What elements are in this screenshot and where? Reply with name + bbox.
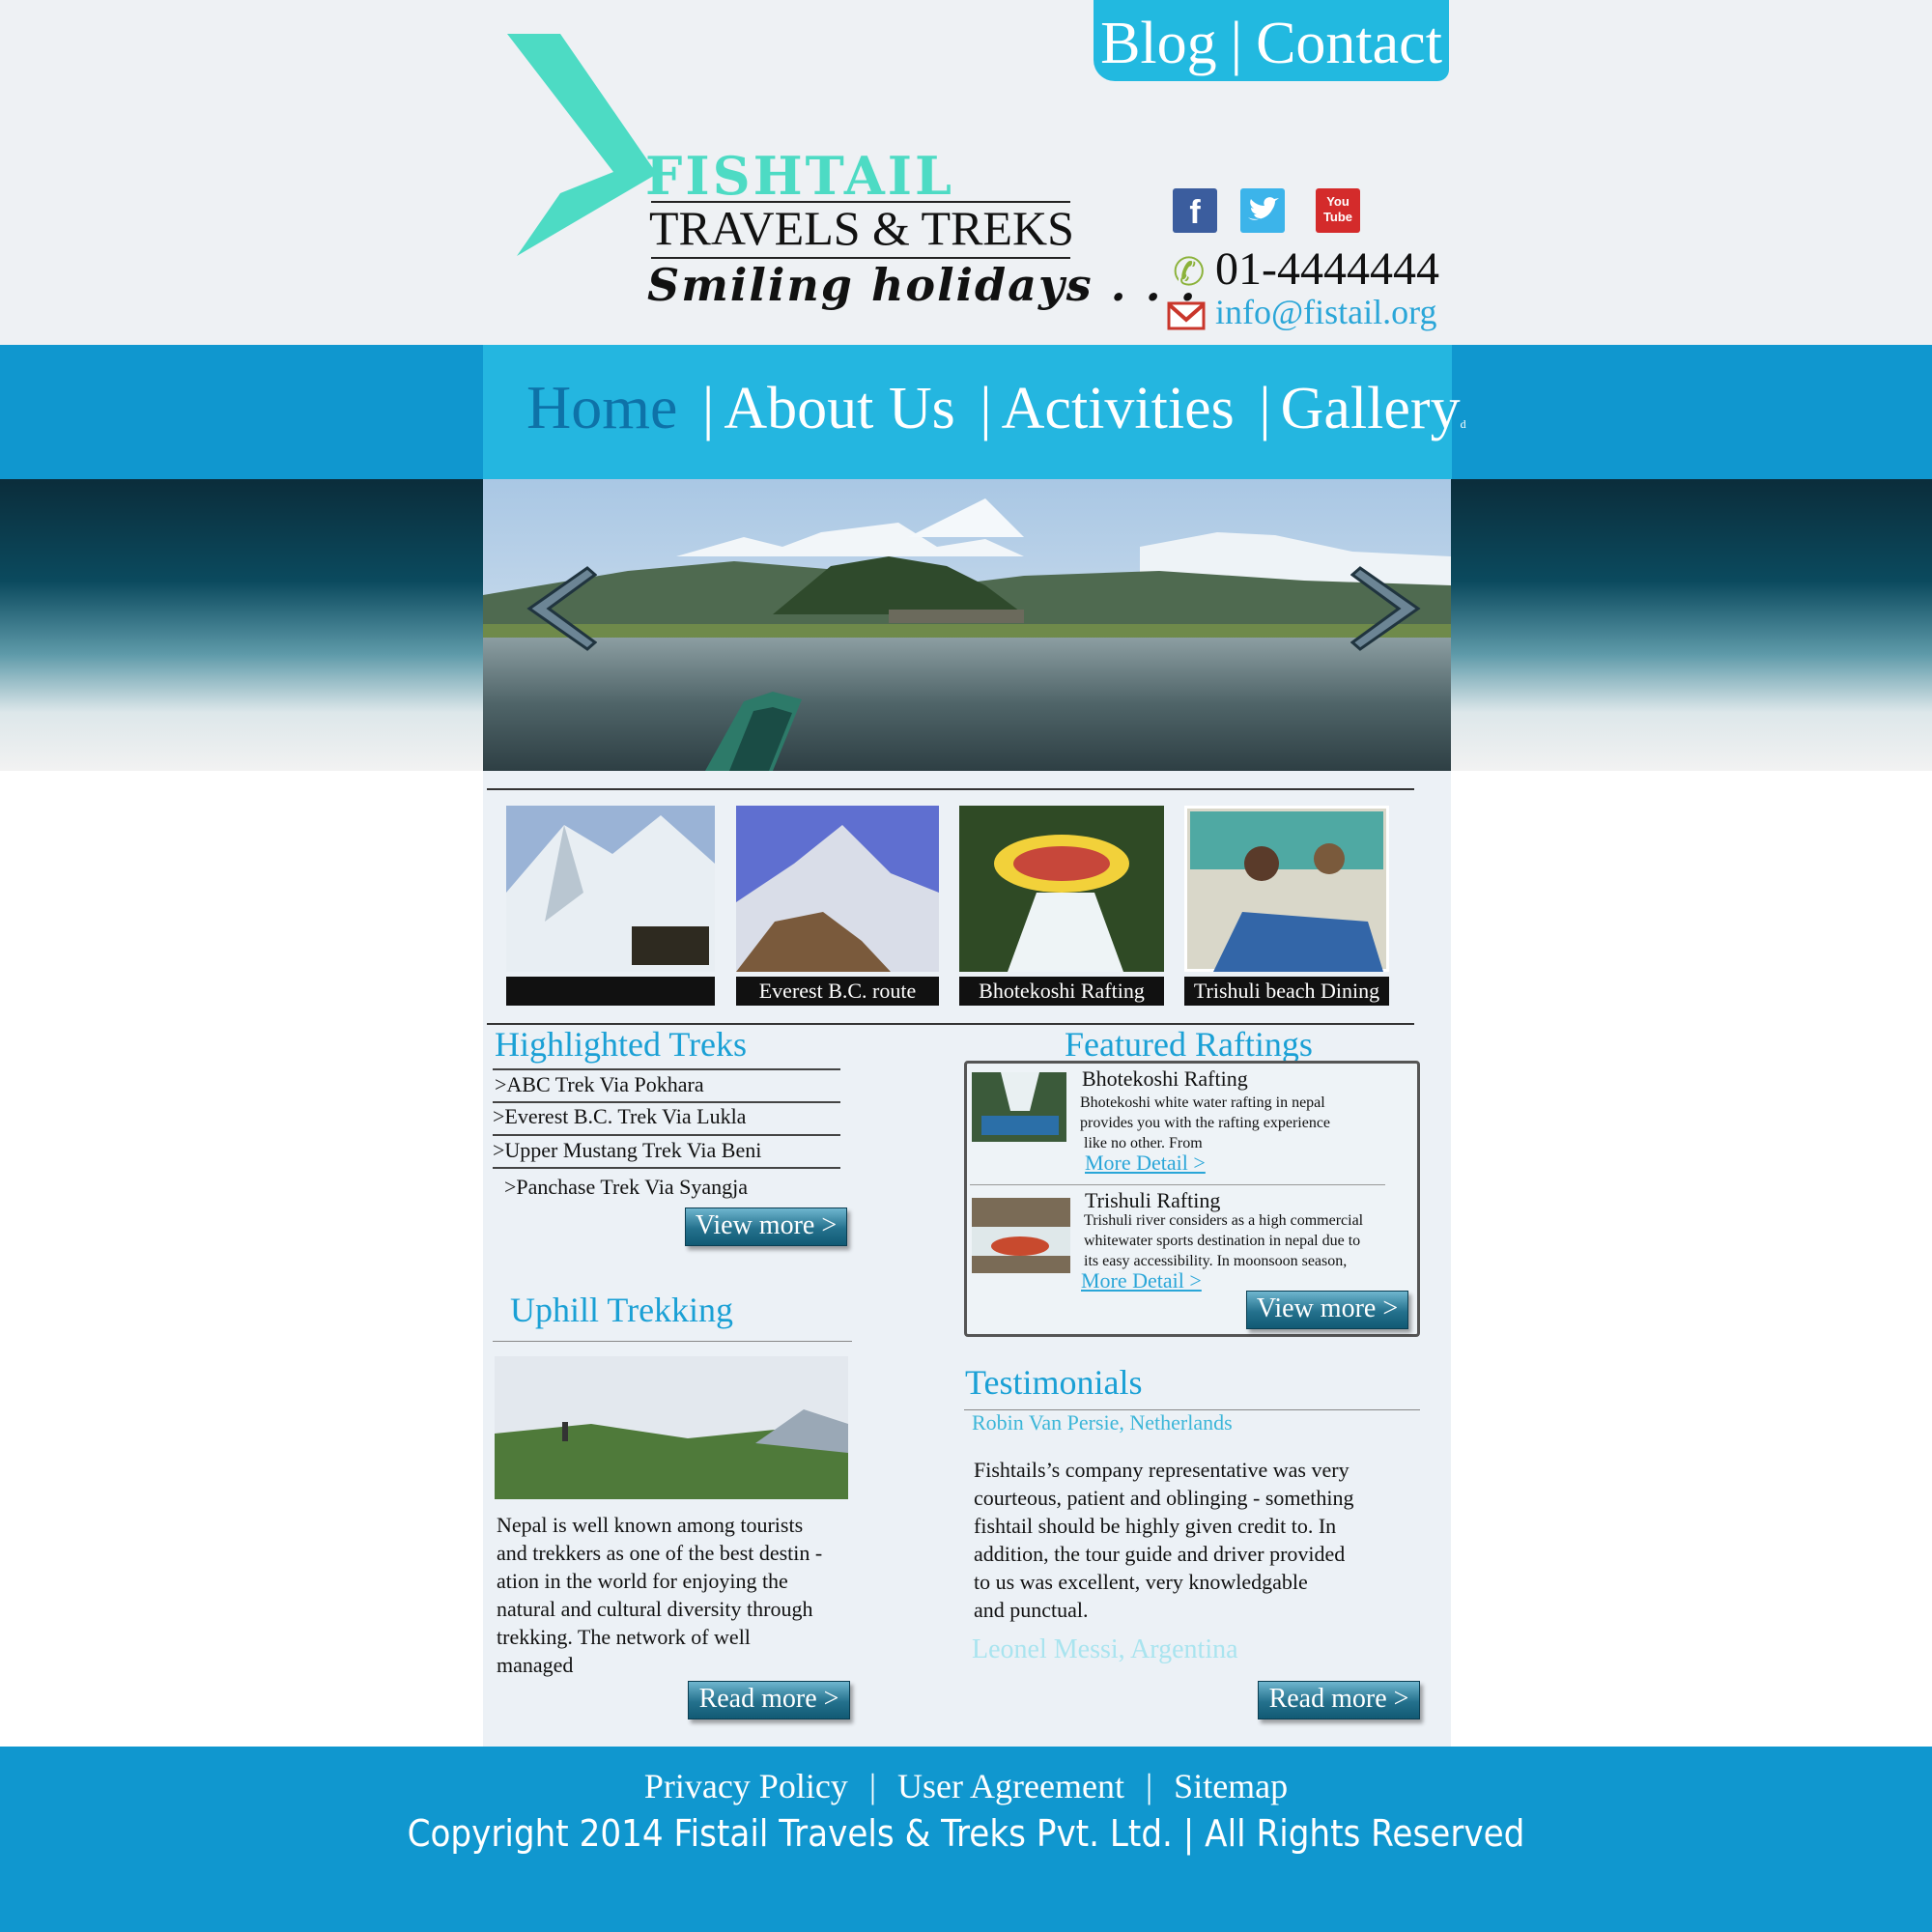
- hero-prev-arrow-icon[interactable]: [520, 565, 597, 652]
- footer-separator: |: [868, 1767, 877, 1805]
- blog-link[interactable]: Blog: [1100, 11, 1217, 76]
- testimonial-text-line: Fishtails’s company representative was v…: [974, 1458, 1350, 1482]
- copyright-text: Copyright 2014 Fistail Travels & Treks P…: [407, 1812, 1525, 1855]
- testimonial-text: Fishtails’s company representative was v…: [974, 1456, 1418, 1624]
- raftings-view-more-button[interactable]: View more >: [1246, 1291, 1408, 1329]
- logo-tagline: Smiling holidays . . .: [647, 259, 1198, 311]
- testimonial-text-line: courteous, patient and oblinging - somet…: [974, 1486, 1354, 1510]
- thumbnail-abc-image: [506, 806, 715, 972]
- testimonials-title: Testimonials: [965, 1363, 1143, 1402]
- contact-link[interactable]: Contact: [1256, 11, 1442, 76]
- nav-separator: |: [980, 376, 992, 441]
- email-link[interactable]: info@fistail.org: [1215, 292, 1436, 332]
- user-agreement-link[interactable]: User Agreement: [897, 1767, 1124, 1805]
- uphill-text-line: Nepal is well known among tourists: [497, 1513, 804, 1537]
- twitter-bird-icon: [1248, 197, 1279, 220]
- phone-icon: ✆: [1173, 250, 1206, 294]
- nav-about[interactable]: About Us: [724, 376, 954, 441]
- raft-text-line: Bhotekoshi white water rafting in nepal: [1080, 1094, 1325, 1111]
- privacy-policy-link[interactable]: Privacy Policy: [644, 1767, 848, 1805]
- trek-item-everest[interactable]: >Everest B.C. Trek Via Lukla: [493, 1104, 746, 1129]
- thumbnail-caption: Trishuli beach Dining: [1184, 977, 1389, 1006]
- logo-travels-text: TRAVELS & TREKS: [649, 201, 1074, 255]
- trek-divider: [493, 1101, 840, 1103]
- trek-item-panchase[interactable]: >Panchase Trek Via Syangja: [504, 1175, 748, 1200]
- thumbnail-bhotekoshi-image: [959, 806, 1164, 972]
- thumbnail-trishuli-image: [1181, 803, 1392, 975]
- top-links-bar: Blog | Contact: [1094, 0, 1449, 81]
- thumbnail-everest-image: [736, 806, 939, 972]
- trek-item-abc[interactable]: >ABC Trek Via Pokhara: [495, 1072, 704, 1097]
- raft-title-bhotekoshi: Bhotekoshi Rafting: [1082, 1066, 1248, 1091]
- phone-number: 01-4444444: [1215, 243, 1439, 295]
- raft-text-line: whitewater sports destination in nepal d…: [1084, 1233, 1361, 1249]
- uphill-text-line: natural and cultural diversity through: [497, 1597, 813, 1621]
- thumbnail-caption: [506, 977, 715, 1006]
- trishuli-more-detail-link[interactable]: More Detail >: [1081, 1268, 1202, 1293]
- footer-separator: |: [1145, 1767, 1153, 1805]
- youtube-label-bottom: Tube: [1322, 210, 1353, 224]
- sitemap-link[interactable]: Sitemap: [1174, 1767, 1288, 1805]
- uphill-text-line: managed: [497, 1653, 574, 1677]
- hero-next-arrow-icon[interactable]: [1350, 565, 1428, 652]
- raft-text-trishuli: Trishuli river considers as a high comme…: [1084, 1210, 1363, 1271]
- uphill-text-line: and trekkers as one of the best destin -: [497, 1541, 823, 1565]
- uphill-divider: [493, 1341, 852, 1342]
- testimonials-read-more-button[interactable]: Read more >: [1258, 1681, 1420, 1719]
- logo-chevron-icon: [507, 34, 657, 256]
- facebook-icon[interactable]: f: [1173, 188, 1217, 233]
- uphill-text-line: trekking. The network of well: [497, 1625, 751, 1649]
- bhotekoshi-more-detail-link[interactable]: More Detail >: [1085, 1151, 1206, 1176]
- trek-divider: [493, 1068, 840, 1070]
- thumbnail-caption: Bhotekoshi Rafting: [959, 977, 1164, 1006]
- nav-separator: |: [701, 376, 715, 441]
- raft-text-line: provides you with the rafting experience: [1080, 1115, 1331, 1131]
- thumbnail-caption: Everest B.C. route: [736, 977, 939, 1006]
- uphill-text-line: ation in the world for enjoying the: [497, 1569, 788, 1593]
- uphill-description: Nepal is well known among tourists and t…: [497, 1511, 864, 1679]
- mail-icon: [1167, 301, 1206, 330]
- content-divider-top: [487, 788, 1414, 790]
- highlighted-treks-title: Highlighted Treks: [495, 1025, 748, 1064]
- testimonial-author-1: Robin Van Persie, Netherlands: [972, 1410, 1233, 1435]
- top-links-separator: |: [1230, 11, 1243, 76]
- raft-text-line: Trishuli river considers as a high comme…: [1084, 1212, 1364, 1229]
- thumbnail-everest[interactable]: Everest B.C. route: [736, 806, 939, 1006]
- nav-home[interactable]: Home: [526, 373, 677, 441]
- uphill-trekking-title: Uphill Trekking: [510, 1291, 734, 1329]
- thumbnail-trishuli[interactable]: Trishuli beach Dining: [1181, 803, 1392, 1006]
- thumbnail-abc[interactable]: [506, 806, 715, 1006]
- nav-stray-mark: d: [1460, 417, 1466, 431]
- trek-divider: [493, 1134, 840, 1136]
- featured-raftings-title: Featured Raftings: [1065, 1025, 1313, 1064]
- footer-links: Privacy Policy | User Agreement | Sitemap: [0, 1766, 1932, 1806]
- hero-lake-image: [483, 479, 1451, 771]
- testimonial-author-2: Leonel Messi, Argentina: [972, 1634, 1238, 1664]
- raft-text-bhotekoshi: Bhotekoshi white water rafting in nepal …: [1080, 1093, 1330, 1153]
- uphill-trekking-image: [495, 1356, 848, 1499]
- treks-view-more-button[interactable]: View more >: [685, 1208, 847, 1246]
- hero-slide: [483, 479, 1451, 771]
- trek-item-mustang[interactable]: >Upper Mustang Trek Via Beni: [493, 1138, 761, 1163]
- nav-separator: |: [1259, 376, 1271, 441]
- youtube-icon[interactable]: You Tube: [1316, 188, 1360, 233]
- testimonial-text-line: and punctual.: [974, 1598, 1089, 1622]
- uphill-read-more-button[interactable]: Read more >: [688, 1681, 850, 1719]
- testimonial-text-line: to us was excellent, very knowledgable: [974, 1570, 1308, 1594]
- logo-fishtail-text: FISHTAIL: [645, 145, 954, 207]
- bhotekoshi-rafting-image: [972, 1072, 1066, 1142]
- nav-items: Home | About Us | Activities | Galleryd: [526, 372, 1466, 443]
- nav-activities[interactable]: Activities: [1002, 376, 1235, 441]
- nav-gallery[interactable]: Gallery: [1281, 376, 1461, 441]
- testimonial-text-line: addition, the tour guide and driver prov…: [974, 1542, 1346, 1566]
- thumbnail-bhotekoshi[interactable]: Bhotekoshi Rafting: [959, 806, 1164, 1006]
- testimonial-text-line: fishtail should be highly given credit t…: [974, 1514, 1337, 1538]
- trishuli-rafting-image: [972, 1198, 1070, 1273]
- twitter-icon[interactable]: [1240, 188, 1285, 233]
- raft-divider: [970, 1184, 1385, 1185]
- trek-divider: [493, 1167, 840, 1169]
- youtube-label-top: You: [1326, 194, 1350, 209]
